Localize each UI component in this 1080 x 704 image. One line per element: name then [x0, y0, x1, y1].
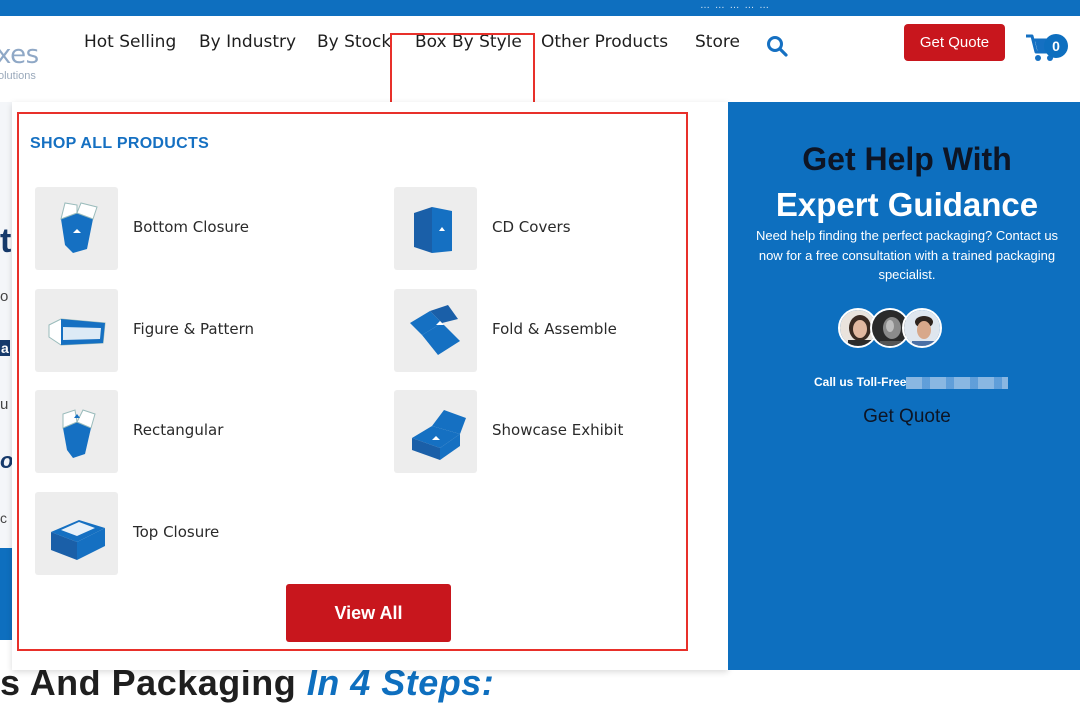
product-cd-covers[interactable]: CD Covers — [394, 187, 714, 271]
toll-free-label: Call us Toll-Free — [814, 375, 907, 389]
cart-count-badge: 0 — [1044, 34, 1068, 58]
search-icon[interactable] — [766, 35, 788, 57]
product-label: CD Covers — [492, 218, 571, 236]
nav-other-products[interactable]: Other Products — [541, 32, 668, 52]
bottom-closure-box-icon — [35, 187, 118, 270]
site-logo[interactable]: xes olutions — [0, 40, 48, 84]
nav-hot-selling[interactable]: Hot Selling — [84, 32, 176, 52]
product-fold-assemble[interactable]: Fold & Assemble — [394, 289, 714, 373]
product-label: Figure & Pattern — [133, 320, 254, 338]
help-description: Need help finding the perfect packaging?… — [755, 228, 1059, 282]
help-title-line1: Get Help With — [802, 141, 1012, 177]
background-glyph: c — [0, 510, 7, 526]
view-all-button[interactable]: View All — [286, 584, 451, 642]
shop-all-products-link[interactable]: SHOP ALL PRODUCTS — [30, 135, 209, 153]
product-figure-pattern[interactable]: Figure & Pattern — [35, 289, 355, 373]
showcase-exhibit-box-icon — [394, 390, 477, 473]
redacted-phone-number — [906, 377, 1008, 389]
product-rectangular[interactable]: Rectangular — [35, 390, 355, 474]
product-label: Fold & Assemble — [492, 320, 617, 338]
background-glyph: o — [0, 288, 9, 305]
nav-by-industry[interactable]: By Industry — [199, 32, 296, 52]
logo-tagline: olutions — [0, 70, 36, 82]
avatar — [902, 308, 942, 348]
product-label: Top Closure — [133, 523, 220, 541]
rectangular-box-icon — [35, 390, 118, 473]
fold-assemble-box-icon — [394, 289, 477, 372]
background-glyph: a — [0, 340, 10, 356]
specialist-avatars — [838, 308, 978, 352]
product-label: Bottom Closure — [133, 218, 249, 236]
help-get-quote-link[interactable]: Get Quote — [728, 406, 1080, 428]
background-glyph: u — [0, 396, 9, 413]
nav-by-stock[interactable]: By Stock — [317, 32, 391, 52]
logo-text: xes — [0, 40, 39, 70]
product-showcase-exhibit[interactable]: Showcase Exhibit — [394, 390, 714, 474]
product-label: Rectangular — [133, 421, 224, 439]
top-closure-box-icon — [35, 492, 118, 575]
product-label: Showcase Exhibit — [492, 421, 624, 439]
get-quote-button[interactable]: Get Quote — [904, 24, 1005, 61]
product-bottom-closure[interactable]: Bottom Closure — [35, 187, 355, 271]
top-bar: … … … … … — [0, 0, 1080, 16]
nav-box-by-style[interactable]: Box By Style — [415, 32, 522, 52]
background-glyph: t — [0, 222, 12, 260]
help-title-line2: Expert Guidance — [775, 186, 1039, 223]
product-top-closure[interactable]: Top Closure — [35, 492, 355, 576]
cd-cover-icon — [394, 187, 477, 270]
figure-pattern-box-icon — [35, 289, 118, 372]
top-bar-text: … … … … … — [700, 0, 771, 11]
nav-store[interactable]: Store — [695, 32, 740, 52]
